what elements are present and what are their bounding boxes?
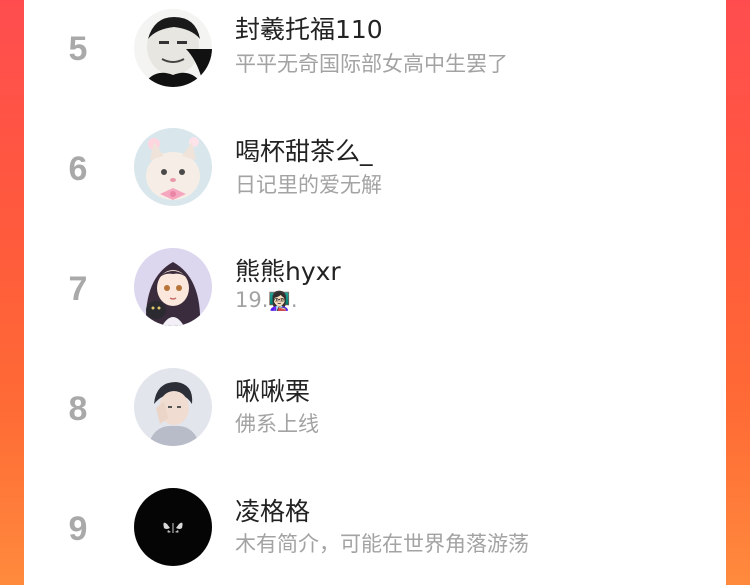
rank-number: 7 <box>68 270 88 308</box>
user-bio: 19.👩🏻‍🏫. <box>235 288 298 312</box>
user-bio: 日记里的爱无解 <box>235 173 382 197</box>
username: 喝杯甜茶么_ <box>235 137 373 166</box>
rank-number: 9 <box>68 510 88 548</box>
meme-face-avatar[interactable] <box>134 9 212 87</box>
ranking-list-panel: 5 封羲托福110 平平无奇国际部女高中生罢了 6 喝杯甜茶么_ 日记里的爱无解… <box>24 0 726 585</box>
cat-avatar[interactable] <box>134 128 212 206</box>
username: 熊熊hyxr <box>235 257 341 286</box>
username: 封羲托福110 <box>235 15 383 44</box>
user-bio: 平平无奇国际部女高中生罢了 <box>235 52 508 76</box>
bio-text: 19. <box>235 288 269 312</box>
ranking-row[interactable]: 5 封羲托福110 平平无奇国际部女高中生罢了 <box>24 0 726 108</box>
ranking-row[interactable]: 9 凌格格 木有简介，可能在世界角落游荡 <box>24 468 726 585</box>
teacher-emoji: 👩🏻‍🏫 <box>268 290 291 312</box>
ranking-row[interactable]: 8 啾啾栗 佛系上线 <box>24 348 726 468</box>
ranking-row[interactable]: 6 喝杯甜茶么_ 日记里的爱无解 <box>24 108 726 228</box>
user-bio: 木有简介，可能在世界角落游荡 <box>235 532 529 556</box>
rank-number: 8 <box>68 390 88 428</box>
anime-girl-avatar[interactable] <box>134 248 212 326</box>
username: 啾啾栗 <box>235 377 311 406</box>
rank-number: 6 <box>68 150 88 188</box>
black-butterfly-avatar[interactable] <box>134 488 212 566</box>
bio-text: . <box>290 288 298 312</box>
rank-number: 5 <box>68 30 88 68</box>
username: 凌格格 <box>235 497 311 526</box>
ranking-row[interactable]: 7 熊熊hyxr 19.👩🏻‍🏫. <box>24 228 726 348</box>
man-portrait-avatar[interactable] <box>134 368 212 446</box>
user-bio: 佛系上线 <box>235 412 319 436</box>
